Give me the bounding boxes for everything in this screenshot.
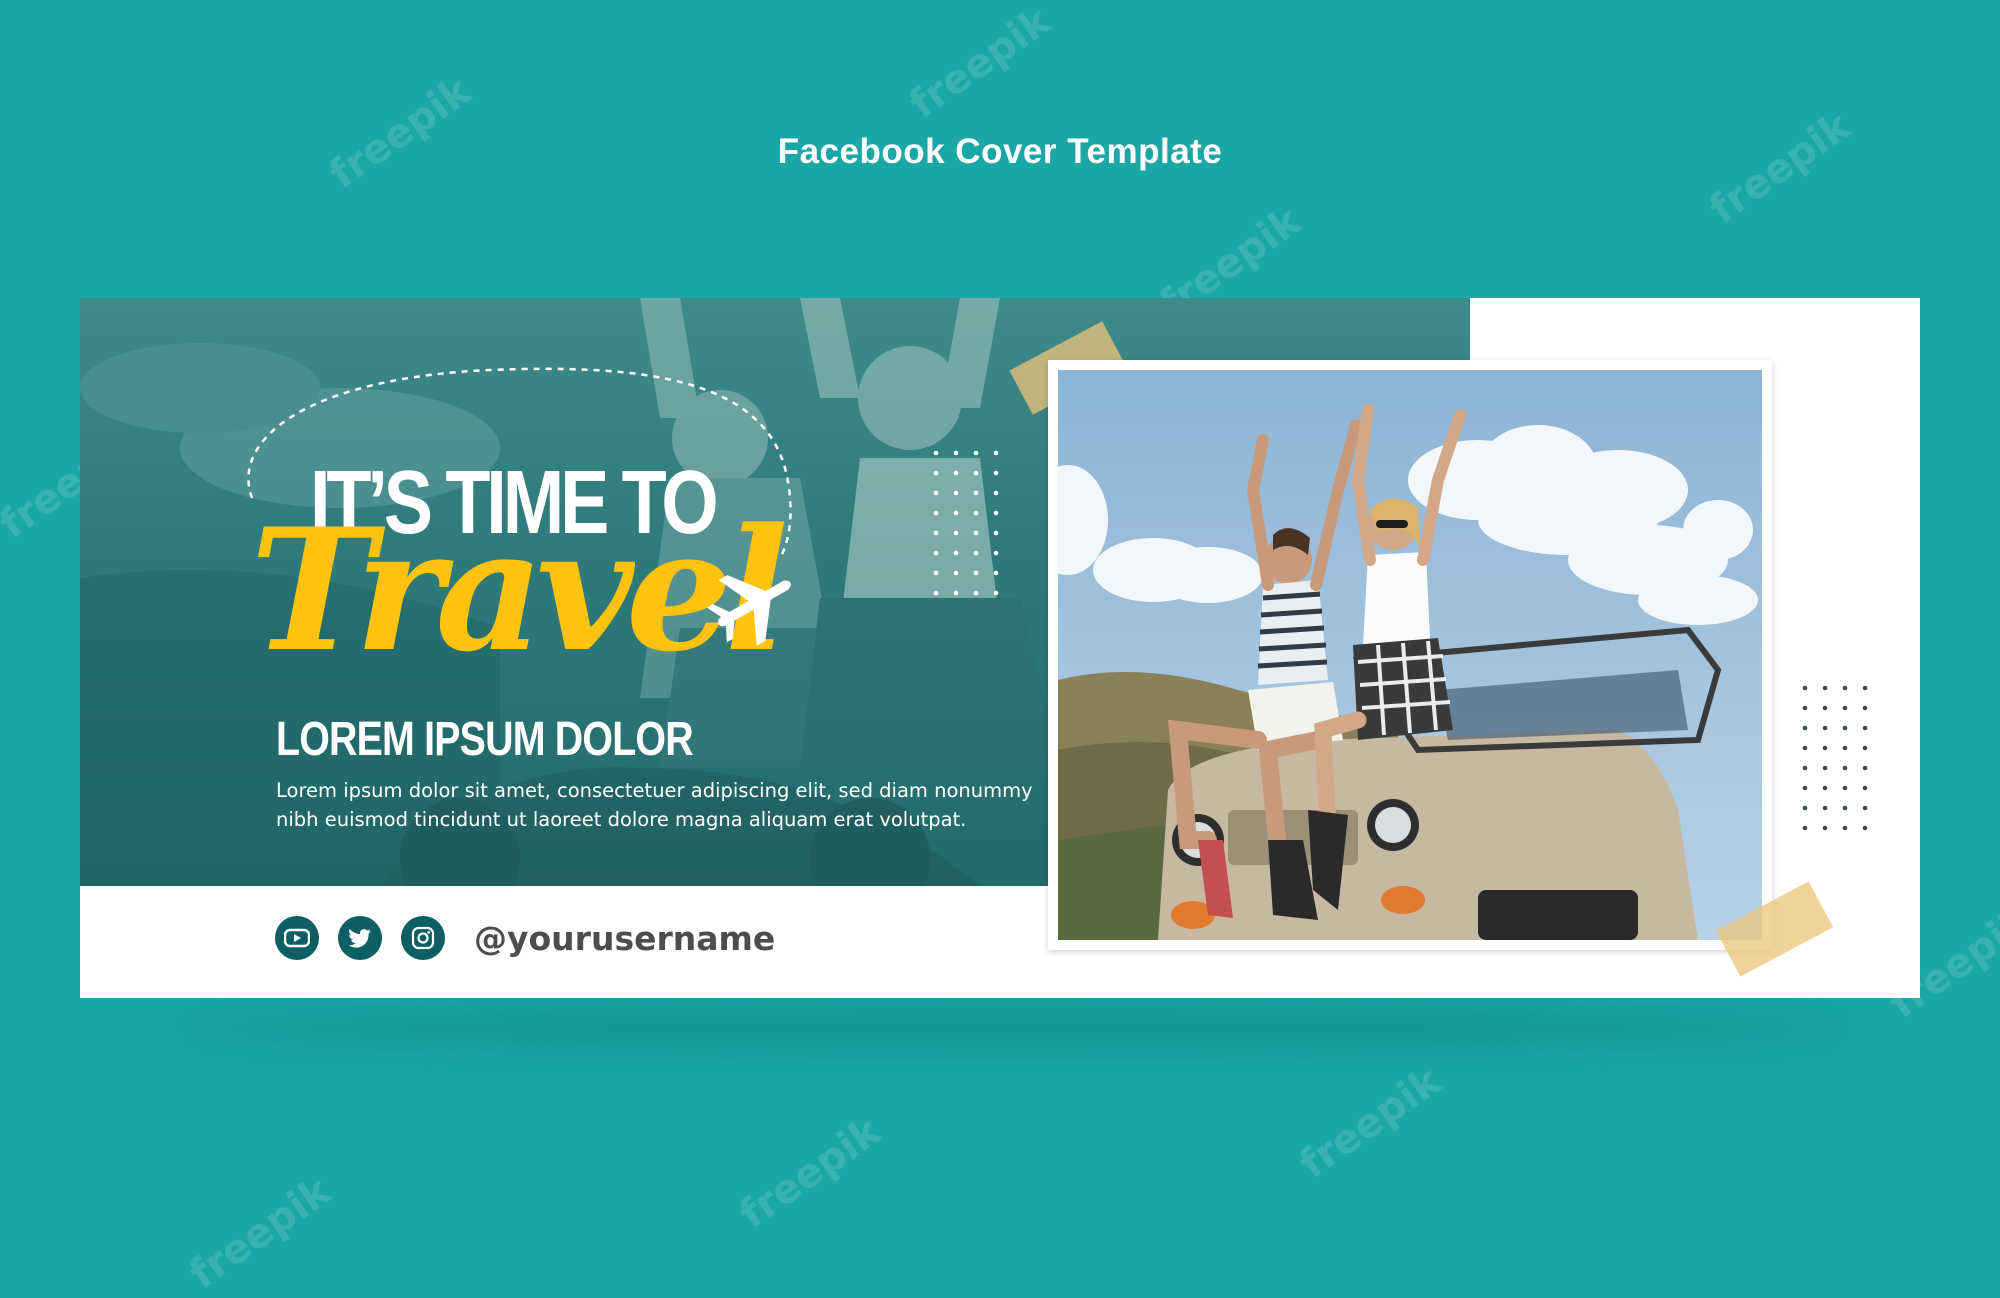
- airplane-icon: [706, 575, 791, 646]
- photo-frame: [1048, 360, 1772, 950]
- watermark: freepik: [901, 0, 1060, 128]
- page-title: Facebook Cover Template: [777, 132, 1223, 171]
- decorative-dot-grid: [1802, 685, 1868, 831]
- decorative-dot-grid: [933, 450, 999, 596]
- subheading: LOREM IPSUM DOLOR: [276, 713, 694, 766]
- travel-photo-illustration: [1058, 370, 1762, 940]
- cover-card: IT’S TIME TO Travel LOREM IPSUM DOLOR Lo…: [80, 298, 1920, 998]
- body-text: Lorem ipsum dolor sit amet, consectetuer…: [276, 776, 1056, 834]
- body-line-1: Lorem ipsum dolor sit amet, consectetuer…: [276, 779, 1033, 802]
- card-shadow: [180, 1005, 1850, 1050]
- instagram-icon[interactable]: [401, 916, 445, 960]
- headline-travel: Travel: [250, 491, 788, 689]
- youtube-icon[interactable]: [275, 916, 319, 960]
- watermark: freepik: [181, 1168, 340, 1298]
- twitter-icon[interactable]: [338, 916, 382, 960]
- watermark: freepik: [1291, 1058, 1450, 1188]
- watermark: freepik: [731, 1108, 890, 1238]
- username-link[interactable]: @yourusername: [474, 919, 775, 958]
- social-links: @yourusername: [275, 916, 775, 960]
- travel-photo: [1058, 370, 1762, 940]
- body-line-2: nibh euismod tincidunt ut laoreet dolore…: [276, 808, 967, 831]
